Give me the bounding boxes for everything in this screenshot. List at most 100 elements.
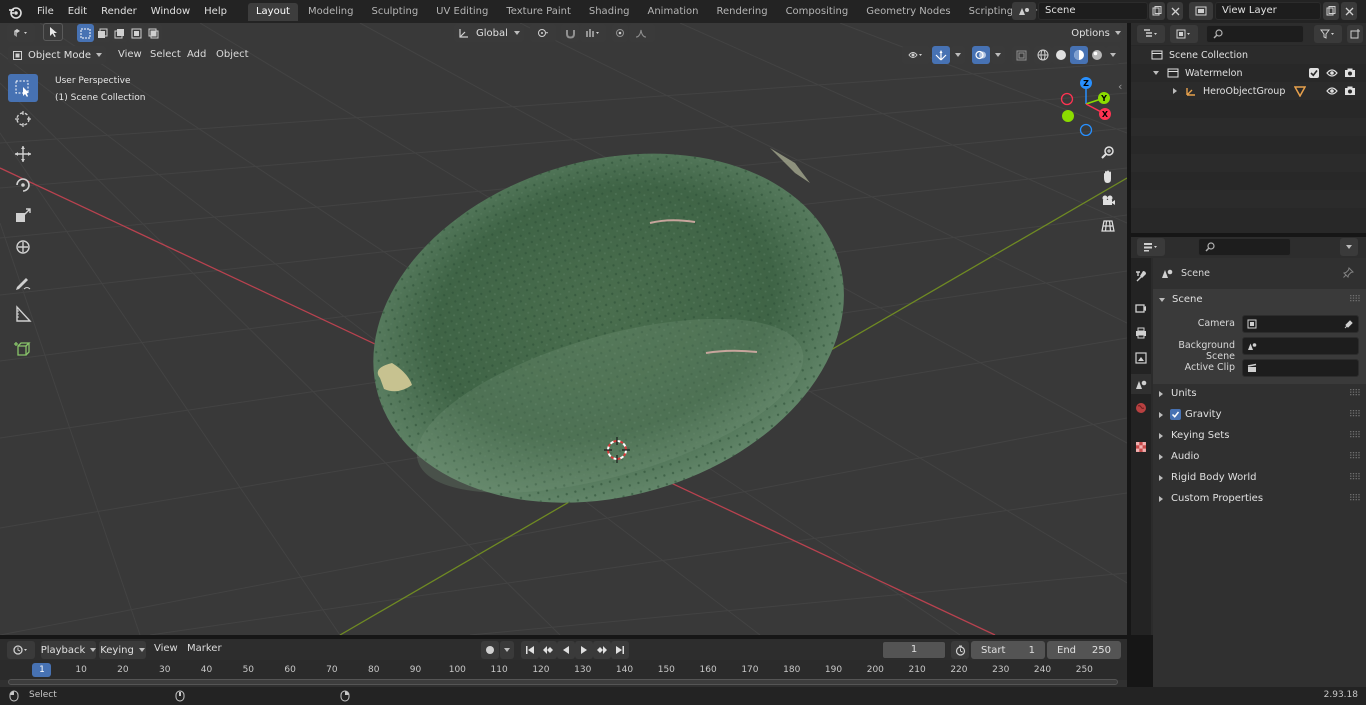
drag-handle-icon[interactable]: ⠿⠿ [1349,431,1361,441]
tab-texture[interactable] [1133,438,1149,456]
auto-keying-button[interactable] [481,641,499,659]
select-mode-intersect-button[interactable] [145,24,162,42]
view-layer-browse-button[interactable] [1189,2,1213,20]
overlay-options-dropdown[interactable] [991,46,1005,64]
shading-options-dropdown[interactable] [1106,46,1120,64]
snap-target-dropdown[interactable] [580,24,606,42]
rigid-body-world-panel-header[interactable]: Rigid Body World ⠿⠿ [1153,467,1366,488]
timeline-scrollbar[interactable] [8,679,1118,685]
options-dropdown[interactable]: Options [1070,24,1122,42]
proportional-falloff-dropdown[interactable] [629,24,655,42]
expand-chevron-icon[interactable] [1173,88,1177,94]
play-reverse-button[interactable] [557,641,575,659]
tab-animation[interactable]: Animation [640,3,707,21]
jump-to-keyframe-forward-button[interactable] [593,641,611,659]
outliner-filter-dropdown[interactable] [1314,25,1342,43]
show-overlays-button[interactable] [972,46,990,64]
custom-properties-panel-header[interactable]: Custom Properties ⠿⠿ [1153,488,1366,509]
tab-world[interactable] [1133,399,1149,417]
object-mode-dropdown[interactable]: Object Mode [8,46,106,64]
drag-handle-icon[interactable]: ⠿⠿ [1349,389,1361,399]
transform-tool[interactable] [8,233,38,261]
properties-editor-type-button[interactable] [1137,238,1165,256]
select-box-tool[interactable] [8,74,38,102]
blender-logo-icon[interactable] [0,0,30,23]
gizmo-options-dropdown[interactable] [951,46,965,64]
viewport-menu-object[interactable]: Object [209,49,256,60]
gravity-checkbox[interactable] [1170,409,1181,420]
end-frame-field[interactable]: End 250 [1047,641,1121,659]
drag-handle-icon[interactable]: ⠿⠿ [1349,295,1361,305]
outliner-editor-type-button[interactable] [1137,25,1165,43]
camera-field[interactable] [1242,315,1359,333]
tab-sculpting[interactable]: Sculpting [363,3,426,21]
pivot-point-dropdown[interactable] [530,24,556,42]
playback-menu[interactable]: Playback [41,641,97,659]
menu-file[interactable]: File [30,0,61,23]
drag-handle-icon[interactable]: ⠿⠿ [1349,410,1361,420]
menu-help[interactable]: Help [197,0,234,23]
measure-tool[interactable] [8,300,38,328]
jump-to-end-button[interactable] [611,641,629,659]
cursor-tool[interactable] [8,105,38,133]
select-mode-subtract-button[interactable] [111,24,128,42]
new-scene-button[interactable] [1149,2,1165,20]
visibility-selectability-dropdown[interactable] [902,46,930,64]
outliner-row-heroobjectgroup[interactable]: HeroObjectGroup [1131,82,1366,100]
start-frame-field[interactable]: Start 1 [971,641,1045,659]
tab-render[interactable] [1133,299,1149,317]
navigation-gizmo[interactable]: Z Y X [1056,74,1116,136]
delete-scene-button[interactable] [1167,2,1183,20]
select-mode-invert-button[interactable] [128,24,145,42]
eye-icon[interactable] [1326,67,1338,79]
tab-scene[interactable] [1131,374,1151,394]
drag-handle-icon[interactable]: ⠿⠿ [1349,473,1361,483]
current-frame-field[interactable]: 1 [882,641,946,659]
camera-render-icon[interactable] [1344,85,1356,97]
drag-handle-icon[interactable]: ⠿⠿ [1349,452,1361,462]
jump-to-keyframe-back-button[interactable] [539,641,557,659]
new-view-layer-button[interactable] [1323,2,1339,20]
view-layer-field[interactable]: View Layer [1215,2,1321,20]
zoom-view-button[interactable] [1097,141,1119,163]
delete-view-layer-button[interactable] [1341,2,1357,20]
gravity-panel-header[interactable]: Gravity ⠿⠿ [1153,404,1366,425]
camera-render-icon[interactable] [1344,67,1356,79]
timeline-editor-type-button[interactable] [7,641,35,659]
keying-sets-panel-header[interactable]: Keying Sets ⠿⠿ [1153,425,1366,446]
editor-type-button[interactable] [7,24,35,42]
outliner-search-input[interactable] [1206,25,1304,43]
properties-search-input[interactable] [1198,238,1291,256]
outliner-display-mode-dropdown[interactable] [1170,25,1198,43]
play-button[interactable] [575,641,593,659]
eye-icon[interactable] [1326,85,1338,97]
scene-browse-button[interactable] [1012,2,1036,20]
outliner-row-scene-collection[interactable]: Scene Collection [1131,46,1366,64]
sidebar-toggle-chevron-icon[interactable]: ‹ [1118,80,1127,94]
eyedropper-icon[interactable] [1344,319,1354,329]
expand-chevron-icon[interactable] [1153,71,1159,75]
add-cube-tool[interactable] [8,335,38,363]
camera-view-button[interactable] [1097,190,1119,212]
tweak-tool-button[interactable] [43,23,63,41]
tab-shading[interactable]: Shading [581,3,638,21]
tab-modeling[interactable]: Modeling [300,3,362,21]
tab-output[interactable] [1133,324,1149,342]
auto-keying-options[interactable] [500,641,514,659]
background-scene-field[interactable] [1242,337,1359,355]
move-tool[interactable] [8,140,38,168]
scene-panel-header[interactable]: Scene ⠿⠿ [1153,289,1366,310]
object-data-triangle-icon[interactable] [1294,85,1306,97]
show-gizmo-button[interactable] [932,46,950,64]
rotate-tool[interactable] [8,171,38,199]
timeline-menu-marker[interactable]: Marker [180,643,229,654]
select-mode-new-button[interactable] [77,24,94,42]
pan-view-button[interactable] [1097,166,1119,188]
outliner-row-watermelon[interactable]: Watermelon [1131,64,1366,82]
annotate-tool[interactable] [8,269,38,297]
active-clip-field[interactable] [1242,359,1359,377]
scale-tool[interactable] [8,202,38,230]
shading-material-preview-button[interactable] [1070,46,1088,64]
transform-orientation-dropdown[interactable]: Global [454,24,524,42]
tab-geometry-nodes[interactable]: Geometry Nodes [858,3,958,21]
